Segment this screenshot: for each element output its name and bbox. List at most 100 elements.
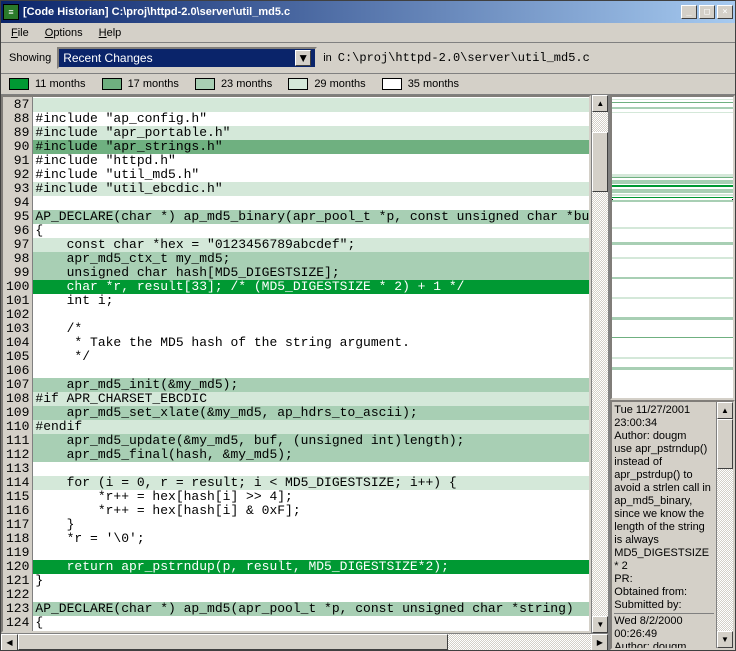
code-line[interactable]: #endif <box>33 420 589 434</box>
code-line[interactable]: unsigned char hash[MD5_DIGESTSIZE]; <box>33 266 589 280</box>
code-line[interactable]: *r++ = hex[hash[i] >> 4]; <box>33 490 589 504</box>
horizontal-scrollbar[interactable]: ◀ ▶ <box>1 633 608 650</box>
code-line[interactable]: #include "util_ebcdic.h" <box>33 182 589 196</box>
history-scrollbar[interactable]: ▲ ▼ <box>716 402 733 648</box>
file-path: C:\proj\httpd-2.0\server\util_md5.c <box>338 51 590 65</box>
minimap-line <box>612 242 733 245</box>
line-number: 109 <box>6 406 29 420</box>
line-number: 102 <box>6 308 29 322</box>
code-line[interactable]: return apr_pstrndup(p, result, MD5_DIGES… <box>33 560 589 574</box>
code-line[interactable] <box>33 98 589 112</box>
code-line[interactable]: AP_DECLARE(char *) ap_md5(apr_pool_t *p,… <box>33 602 589 616</box>
line-number: 112 <box>6 448 29 462</box>
code-line[interactable] <box>33 588 589 602</box>
minimap-line <box>612 197 733 198</box>
code-line[interactable]: apr_md5_final(hash, &my_md5); <box>33 448 589 462</box>
scroll-down-icon[interactable]: ▼ <box>717 631 733 648</box>
legend-label: 23 months <box>221 78 272 90</box>
scroll-right-icon[interactable]: ▶ <box>591 634 608 650</box>
minimap-line <box>612 185 733 187</box>
line-number: 96 <box>6 224 29 238</box>
minimap-line <box>612 180 733 184</box>
line-number: 121 <box>6 574 29 588</box>
code-line[interactable]: apr_md5_ctx_t my_md5; <box>33 252 589 266</box>
line-number: 89 <box>6 126 29 140</box>
line-number: 93 <box>6 182 29 196</box>
code-line[interactable]: #include "ap_config.h" <box>33 112 589 126</box>
code-line[interactable]: */ <box>33 350 589 364</box>
menu-options[interactable]: Options <box>37 25 91 41</box>
code-line[interactable]: #include "util_md5.h" <box>33 168 589 182</box>
line-number: 108 <box>6 392 29 406</box>
line-number: 118 <box>6 532 29 546</box>
maximize-button[interactable]: □ <box>699 5 715 19</box>
scroll-left-icon[interactable]: ◀ <box>1 634 18 650</box>
code-line[interactable]: apr_md5_init(&my_md5); <box>33 378 589 392</box>
history-entry[interactable]: Wed 8/2/2000 00:26:49Author: dougmprefix… <box>614 615 714 648</box>
code-line[interactable]: AP_DECLARE(char *) ap_md5_binary(apr_poo… <box>33 210 589 224</box>
line-number: 98 <box>6 252 29 266</box>
menu-help[interactable]: Help <box>91 25 130 41</box>
code-content[interactable]: #include "ap_config.h"#include "apr_port… <box>33 97 589 631</box>
scroll-up-icon[interactable]: ▲ <box>717 402 733 419</box>
code-line[interactable]: #include "httpd.h" <box>33 154 589 168</box>
menu-file[interactable]: File <box>3 25 37 41</box>
minimap-line <box>612 102 733 103</box>
close-button[interactable]: × <box>717 5 733 19</box>
scroll-up-icon[interactable]: ▲ <box>592 95 608 112</box>
chevron-down-icon[interactable]: ▼ <box>295 50 311 66</box>
line-gutter: 8788899091929394959697989910010110210310… <box>3 97 33 631</box>
code-line[interactable] <box>33 546 589 560</box>
code-line[interactable]: #include "apr_strings.h" <box>33 140 589 154</box>
vertical-scrollbar[interactable]: ▲ ▼ <box>591 95 608 633</box>
history-panel: Tue 11/27/2001 23:00:34Author: dougmuse … <box>610 400 735 650</box>
line-number: 122 <box>6 588 29 602</box>
code-editor[interactable]: 8788899091929394959697989910010110210310… <box>1 95 591 633</box>
line-number: 111 <box>6 434 29 448</box>
code-line[interactable]: apr_md5_update(&my_md5, buf, (unsigned i… <box>33 434 589 448</box>
view-dropdown[interactable]: Recent Changes ▼ <box>57 47 317 69</box>
showing-label: Showing <box>9 52 51 64</box>
scroll-thumb[interactable] <box>592 132 608 192</box>
minimap-line <box>612 99 733 100</box>
minimap-line <box>612 367 733 370</box>
minimap-line <box>612 112 733 113</box>
line-number: 95 <box>6 210 29 224</box>
minimap[interactable] <box>610 95 735 400</box>
code-line[interactable] <box>33 462 589 476</box>
code-line[interactable] <box>33 308 589 322</box>
line-number: 97 <box>6 238 29 252</box>
minimize-button[interactable]: _ <box>681 5 697 19</box>
scroll-thumb[interactable] <box>717 419 733 469</box>
code-line[interactable] <box>33 196 589 210</box>
history-entry[interactable]: Tue 11/27/2001 23:00:34Author: dougmuse … <box>614 404 714 614</box>
legend-label: 11 months <box>35 78 86 90</box>
line-number: 123 <box>6 602 29 616</box>
code-line[interactable]: int i; <box>33 294 589 308</box>
scroll-down-icon[interactable]: ▼ <box>592 616 608 633</box>
code-line[interactable]: } <box>33 574 589 588</box>
code-line[interactable]: { <box>33 224 589 238</box>
code-line[interactable]: *r++ = hex[hash[i] & 0xF]; <box>33 504 589 518</box>
code-line[interactable]: } <box>33 518 589 532</box>
line-number: 91 <box>6 154 29 168</box>
code-line[interactable]: /* <box>33 322 589 336</box>
code-line[interactable]: for (i = 0, r = result; i < MD5_DIGESTSI… <box>33 476 589 490</box>
legend-swatch <box>102 78 122 90</box>
code-line[interactable]: * Take the MD5 hash of the string argume… <box>33 336 589 350</box>
code-line[interactable]: apr_md5_set_xlate(&my_md5, ap_hdrs_to_as… <box>33 406 589 420</box>
minimap-line <box>612 357 733 359</box>
code-line[interactable]: #include "apr_portable.h" <box>33 126 589 140</box>
line-number: 104 <box>6 336 29 350</box>
code-line[interactable] <box>33 364 589 378</box>
titlebar: ≡ [Code Historian] C:\proj\httpd-2.0\ser… <box>1 1 735 23</box>
code-line[interactable]: *r = '\0'; <box>33 532 589 546</box>
code-line[interactable]: const char *hex = "0123456789abcdef"; <box>33 238 589 252</box>
code-line[interactable]: char *r, result[33]; /* (MD5_DIGESTSIZE … <box>33 280 589 294</box>
legend-swatch <box>288 78 308 90</box>
legend-label: 29 months <box>314 78 365 90</box>
hscroll-thumb[interactable] <box>18 634 448 650</box>
code-line[interactable]: { <box>33 616 589 630</box>
line-number: 87 <box>6 98 29 112</box>
code-line[interactable]: #if APR_CHARSET_EBCDIC <box>33 392 589 406</box>
